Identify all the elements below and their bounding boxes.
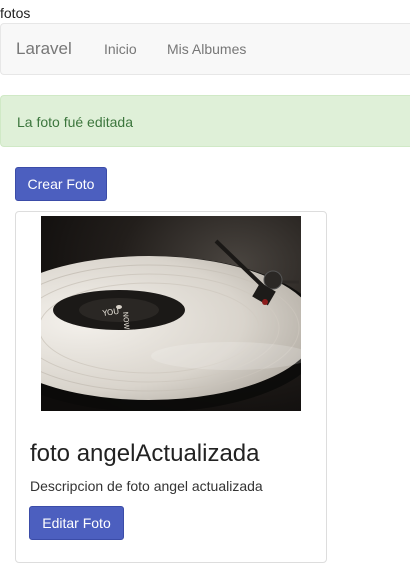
create-photo-button[interactable]: Crear Foto	[15, 167, 107, 201]
photo-description: Descripcion de foto angel actualizada	[30, 478, 263, 494]
success-alert: La foto fué editada	[0, 95, 410, 147]
alert-message: La foto fué editada	[17, 114, 133, 130]
nav-link-mis-albumes[interactable]: Mis Albumes	[167, 41, 246, 57]
svg-text:NOW: NOW	[121, 311, 131, 329]
nav-link-inicio[interactable]: Inicio	[104, 41, 137, 57]
photo-image: YOU NOW	[41, 216, 301, 411]
page-heading: fotos	[0, 5, 31, 21]
photo-title: foto angelActualizada	[30, 440, 260, 467]
photo-card: YOU NOW foto angelActualizada Descripcio…	[15, 211, 327, 563]
vinyl-record-image: YOU NOW	[41, 216, 301, 411]
navbar-brand[interactable]: Laravel	[16, 39, 72, 59]
edit-photo-button[interactable]: Editar Foto	[29, 506, 124, 540]
top-navbar: Laravel Inicio Mis Albumes	[0, 23, 410, 75]
